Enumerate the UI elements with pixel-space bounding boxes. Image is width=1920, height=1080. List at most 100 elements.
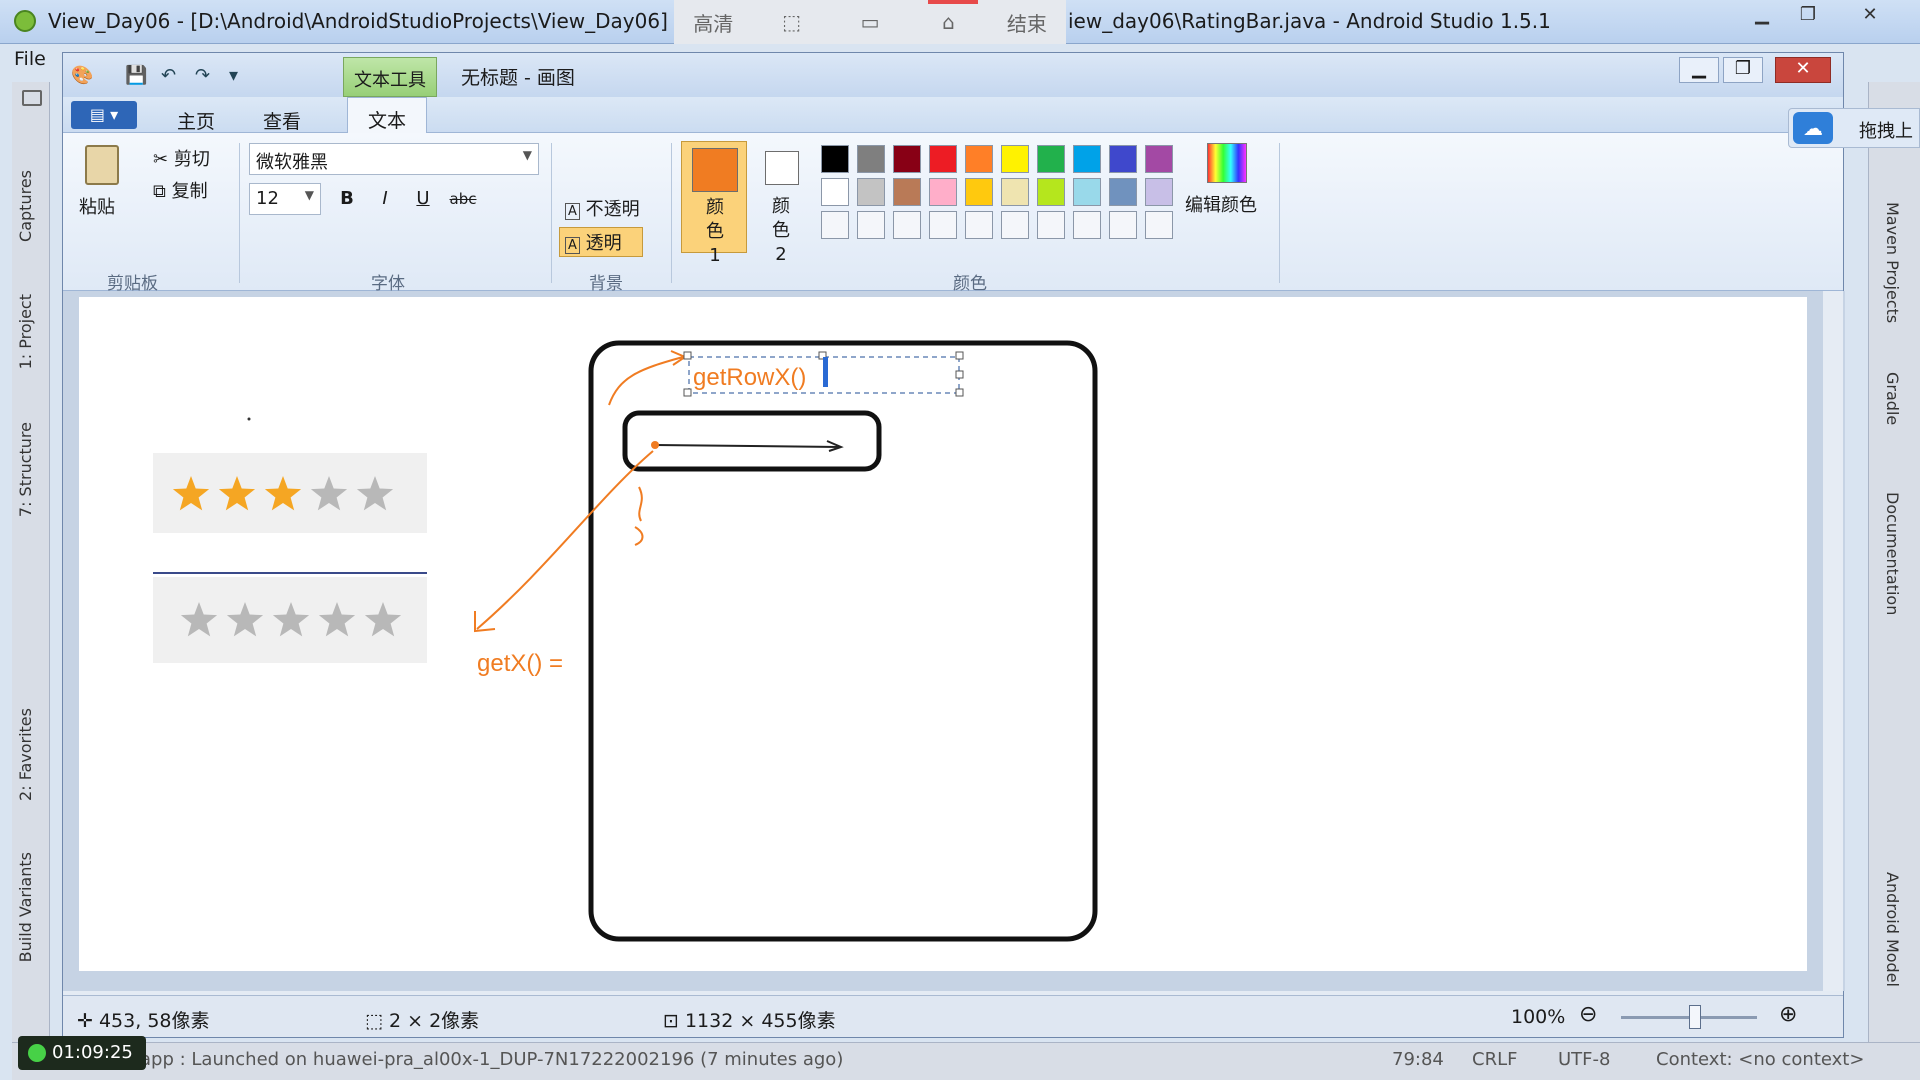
window-icon[interactable]: ▭ — [831, 10, 909, 34]
resize-handle[interactable] — [683, 351, 692, 360]
paint-close-button[interactable]: ✕ — [1775, 57, 1831, 83]
vertical-scrollbar[interactable] — [1823, 291, 1843, 991]
ribbon-separator — [239, 143, 240, 283]
color2-label: 颜色 2 — [772, 196, 790, 265]
tab-structure[interactable]: 7: Structure — [16, 422, 35, 517]
font-size-select[interactable]: 12 ▼ — [249, 183, 321, 215]
edit-colors-button[interactable]: 编辑颜色 — [1181, 141, 1271, 221]
resize-handle[interactable] — [955, 370, 964, 379]
resize-handle[interactable] — [955, 351, 964, 360]
bold-button[interactable]: B — [331, 183, 363, 213]
palette-swatch[interactable] — [1037, 178, 1065, 206]
palette-swatch[interactable] — [929, 211, 957, 239]
palette-swatch[interactable] — [893, 211, 921, 239]
home-icon[interactable]: ⌂ — [909, 10, 987, 34]
palette-swatch[interactable] — [1145, 145, 1173, 173]
undo-icon[interactable]: ↶ — [161, 65, 176, 86]
tab-text[interactable]: 文本 — [347, 97, 428, 135]
paint-window: 🎨 💾 ↶ ↷ ▾ 文本工具 无标题 - 画图 ▁ ❐ ✕ ▤ ▾ 主页 查看 … — [62, 52, 1845, 1038]
paint-minimize-button[interactable]: ▁ — [1679, 57, 1719, 83]
tab-build-variants[interactable]: Build Variants — [16, 852, 35, 962]
tab-captures[interactable]: Captures — [16, 170, 35, 242]
paint-maximize-button[interactable]: ❐ — [1723, 57, 1763, 83]
palette-swatch[interactable] — [857, 211, 885, 239]
palette-swatch[interactable] — [821, 145, 849, 173]
line-separator[interactable]: CRLF — [1472, 1049, 1517, 1070]
copy-button[interactable]: ⧉ 复制 — [153, 177, 208, 203]
palette-swatch[interactable] — [821, 178, 849, 206]
palette-swatch[interactable] — [857, 145, 885, 173]
image-size-value: 1132 × 455像素 — [684, 1010, 836, 1032]
palette-swatch[interactable] — [893, 178, 921, 206]
zoom-out-icon[interactable]: ⊖ — [1579, 1002, 1597, 1027]
paint-menu-button[interactable]: ▤ ▾ — [71, 101, 137, 129]
palette-swatch[interactable] — [1073, 211, 1101, 239]
opaque-button[interactable]: A 不透明 — [565, 195, 640, 221]
view-outline — [622, 410, 882, 472]
palette-swatch[interactable] — [965, 145, 993, 173]
palette-swatch[interactable] — [1073, 178, 1101, 206]
palette-swatch[interactable] — [1037, 211, 1065, 239]
palette-swatch[interactable] — [965, 211, 993, 239]
strikethrough-button[interactable]: abc — [447, 183, 479, 213]
color1-label: 颜色 1 — [706, 197, 724, 266]
font-family-select[interactable]: 微软雅黑 ▼ — [249, 143, 539, 175]
italic-button[interactable]: I — [369, 183, 401, 213]
underline-button[interactable]: U — [407, 183, 439, 213]
zoom-slider-thumb[interactable] — [1689, 1005, 1701, 1029]
clipboard-icon — [85, 145, 119, 185]
tab-gradle[interactable]: Gradle — [1883, 372, 1902, 425]
palette-swatch[interactable] — [1109, 145, 1137, 173]
palette-swatch[interactable] — [929, 178, 957, 206]
image-size: ⊡ 1132 × 455像素 — [663, 1006, 836, 1033]
canvas-area: getRowX() getX() = — [63, 291, 1845, 991]
palette-swatch[interactable] — [821, 211, 849, 239]
hd-button[interactable]: 高清 — [674, 8, 752, 37]
palette-swatch[interactable] — [1001, 145, 1029, 173]
redo-icon[interactable]: ↷ — [195, 65, 210, 86]
resize-handle[interactable] — [683, 388, 692, 397]
tab-favorites[interactable]: 2: Favorites — [16, 708, 35, 801]
palette-swatch[interactable] — [965, 178, 993, 206]
drawing-canvas[interactable]: getRowX() getX() = — [79, 297, 1807, 971]
touch-point — [651, 441, 659, 449]
palette-swatch[interactable] — [1109, 178, 1137, 206]
color1-selector[interactable]: 颜色 1 — [681, 141, 747, 266]
tab-android-model[interactable]: Android Model — [1883, 872, 1902, 987]
palette-swatch[interactable] — [1001, 178, 1029, 206]
tab-project[interactable]: 1: Project — [16, 294, 35, 369]
transparent-button[interactable]: A 透明 — [565, 229, 622, 255]
close-button[interactable]: ✕ — [1852, 4, 1888, 28]
minimize-button[interactable]: ▁ — [1744, 4, 1780, 28]
chevron-down-icon: ▼ — [522, 148, 532, 162]
tab-maven-projects[interactable]: Maven Projects — [1883, 202, 1902, 323]
end-button[interactable]: 结束 — [988, 8, 1066, 37]
zoom-in-icon[interactable]: ⊕ — [1779, 1002, 1797, 1027]
paste-button[interactable]: 粘贴 — [73, 143, 131, 223]
paint-ribbon: 粘贴 ✂ 剪切 ⧉ 复制 剪贴板 微软雅黑 ▼ 12 ▼ B I U abc 字… — [63, 133, 1843, 294]
color-wheel-icon — [1207, 143, 1247, 183]
palette-swatch[interactable] — [893, 145, 921, 173]
paint-title-bar: 🎨 💾 ↶ ↷ ▾ 文本工具 无标题 - 画图 ▁ ❐ ✕ — [63, 53, 1843, 97]
palette-swatch[interactable] — [857, 178, 885, 206]
maximize-button[interactable]: ❐ — [1790, 4, 1826, 28]
cloud-upload-widget[interactable]: ☁ 拖拽上 — [1788, 108, 1920, 148]
folder-icon[interactable] — [22, 90, 42, 106]
color2-selector[interactable]: 颜色 2 — [751, 141, 811, 265]
paste-label: 粘贴 — [79, 197, 115, 218]
palette-swatch[interactable] — [929, 145, 957, 173]
menu-file[interactable]: File — [14, 48, 46, 70]
save-icon[interactable]: 💾 — [125, 65, 147, 86]
customize-quick-access-icon[interactable]: ▾ — [229, 65, 238, 86]
palette-swatch[interactable] — [1145, 211, 1173, 239]
region-icon[interactable]: ⬚ — [752, 10, 830, 34]
palette-swatch[interactable] — [1001, 211, 1029, 239]
resize-handle[interactable] — [955, 388, 964, 397]
palette-swatch[interactable] — [1073, 145, 1101, 173]
tab-documentation[interactable]: Documentation — [1883, 492, 1902, 615]
palette-swatch[interactable] — [1037, 145, 1065, 173]
cut-button[interactable]: ✂ 剪切 — [153, 145, 210, 171]
palette-swatch[interactable] — [1109, 211, 1137, 239]
file-encoding[interactable]: UTF-8 — [1558, 1049, 1610, 1070]
palette-swatch[interactable] — [1145, 178, 1173, 206]
